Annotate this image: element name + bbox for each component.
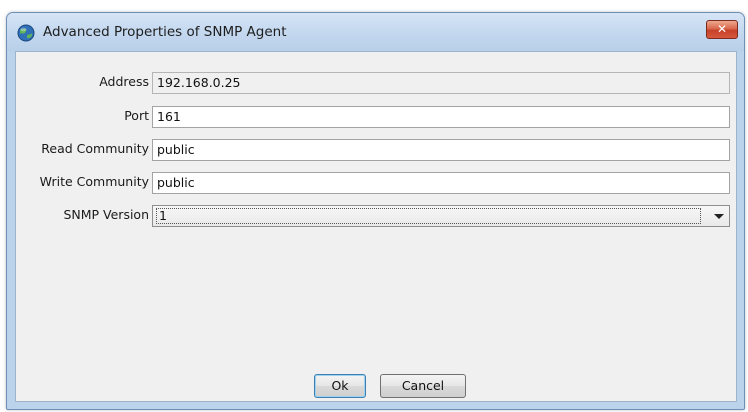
read-community-field[interactable]: public: [152, 139, 730, 161]
cancel-button[interactable]: Cancel: [380, 374, 466, 398]
snmp-version-select[interactable]: 1: [152, 205, 730, 227]
ok-button[interactable]: Ok: [314, 374, 366, 398]
title-bar[interactable]: Advanced Properties of SNMP Agent ✕: [7, 13, 744, 51]
chevron-down-icon[interactable]: [714, 214, 724, 219]
dialog-title: Advanced Properties of SNMP Agent: [43, 24, 287, 40]
dialog-content: Address 192.168.0.25 Port 161 Read Commu…: [15, 51, 737, 402]
dialog-window: Advanced Properties of SNMP Agent ✕ Addr…: [6, 12, 745, 410]
snmp-version-label: SNMP Version: [63, 207, 149, 222]
read-community-label: Read Community: [41, 141, 149, 156]
port-field[interactable]: 161: [152, 106, 730, 128]
globe-icon: [17, 24, 35, 42]
port-label: Port: [124, 108, 149, 123]
close-button[interactable]: ✕: [706, 20, 738, 39]
write-community-field[interactable]: public: [152, 172, 730, 194]
snmp-version-value: 1: [156, 208, 701, 224]
address-field: 192.168.0.25: [152, 72, 730, 94]
address-label: Address: [99, 74, 149, 89]
write-community-label: Write Community: [39, 174, 149, 189]
